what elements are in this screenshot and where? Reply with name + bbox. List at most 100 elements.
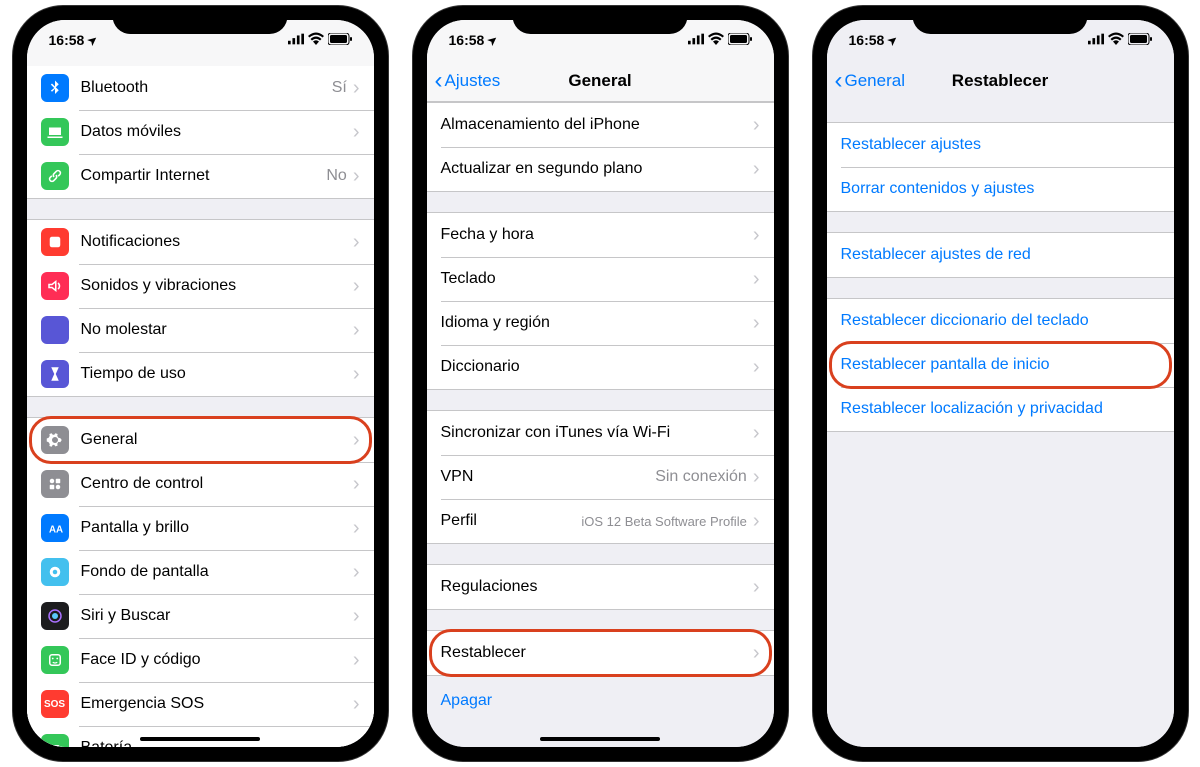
reset-option[interactable]: Restablecer localización y privacidad: [827, 387, 1174, 431]
battery-icon: [328, 32, 352, 48]
nav-bar: ‹ General Restablecer: [827, 60, 1174, 102]
row-label: Centro de control: [81, 475, 353, 493]
chevron-right-icon: ›: [353, 121, 360, 144]
back-button[interactable]: ‹ Ajustes: [435, 69, 501, 93]
battery-icon: [1128, 32, 1152, 48]
row-label: Actualizar en segundo plano: [441, 160, 753, 178]
signal-icon: [688, 31, 704, 50]
settings-row[interactable]: Face ID y código ›: [27, 638, 374, 682]
settings-row[interactable]: AA Pantalla y brillo ›: [27, 506, 374, 550]
screen: 16:58 ➤ ‹ General Restablecer Restablece…: [827, 20, 1174, 747]
status-time: 16:58: [849, 32, 885, 48]
chevron-right-icon: ›: [753, 576, 760, 599]
row-label: Siri y Buscar: [81, 607, 353, 625]
row-label: Bluetooth: [81, 79, 332, 97]
row-label: Face ID y código: [81, 651, 353, 669]
nav-bar: ‹ Ajustes General: [427, 60, 774, 102]
settings-row[interactable]: Diccionario ›: [427, 345, 774, 389]
page-title: General: [568, 71, 631, 91]
status-time: 16:58: [49, 32, 85, 48]
chevron-right-icon: ›: [753, 114, 760, 137]
reset-option[interactable]: Restablecer diccionario del teclado: [827, 299, 1174, 343]
settings-row[interactable]: SOS Emergencia SOS ›: [27, 682, 374, 726]
settings-row[interactable]: Perfil iOS 12 Beta Software Profile ›: [427, 499, 774, 543]
settings-row[interactable]: VPN Sin conexión ›: [427, 455, 774, 499]
hour-icon: [41, 360, 69, 388]
row-label: Sonidos y vibraciones: [81, 277, 353, 295]
reset-option[interactable]: Restablecer ajustes de red: [827, 233, 1174, 277]
row-label: Teclado: [441, 270, 753, 288]
row-label: Apagar: [441, 692, 760, 710]
settings-row[interactable]: Restablecer ›: [427, 631, 774, 675]
chevron-right-icon: ›: [353, 319, 360, 342]
settings-row[interactable]: Tiempo de uso ›: [27, 352, 374, 396]
row-label: Compartir Internet: [81, 167, 327, 185]
home-indicator[interactable]: [140, 737, 260, 741]
settings-row[interactable]: Sincronizar con iTunes vía Wi-Fi ›: [427, 411, 774, 455]
row-label: Restablecer localización y privacidad: [841, 400, 1160, 418]
reset-option[interactable]: Borrar contenidos y ajustes: [827, 167, 1174, 211]
row-label: Pantalla y brillo: [81, 519, 353, 537]
settings-row[interactable]: Actualizar en segundo plano ›: [427, 147, 774, 191]
back-label: General: [845, 71, 905, 91]
home-indicator[interactable]: [540, 737, 660, 741]
settings-row[interactable]: Fondo de pantalla ›: [27, 550, 374, 594]
settings-row[interactable]: Fecha y hora ›: [427, 213, 774, 257]
wifi-icon: [708, 31, 724, 50]
row-label: Notificaciones: [81, 233, 353, 251]
reset-list[interactable]: Restablecer ajustes Borrar contenidos y …: [827, 102, 1174, 747]
row-label: Datos móviles: [81, 123, 353, 141]
settings-list[interactable]: Bluetooth Sí › Datos móviles › Compartir…: [27, 66, 374, 747]
bright-icon: AA: [41, 514, 69, 542]
wall-icon: [41, 558, 69, 586]
chevron-right-icon: ›: [353, 517, 360, 540]
siri-icon: [41, 602, 69, 630]
bt-icon: [41, 74, 69, 102]
settings-row[interactable]: Teclado ›: [427, 257, 774, 301]
chevron-right-icon: ›: [353, 77, 360, 100]
general-list[interactable]: Almacenamiento del iPhone › Actualizar e…: [427, 102, 774, 747]
row-label: Restablecer: [441, 644, 753, 662]
notch: [113, 6, 288, 34]
cc-icon: [41, 470, 69, 498]
signal-icon: [1088, 31, 1104, 50]
notch: [913, 6, 1088, 34]
location-icon: ➤: [85, 32, 100, 48]
chevron-right-icon: ›: [753, 312, 760, 335]
chevron-right-icon: ›: [353, 429, 360, 452]
reset-option[interactable]: Restablecer pantalla de inicio: [827, 343, 1174, 387]
screen: 16:58 ➤ ‹ Ajustes General Almacenamiento…: [427, 20, 774, 747]
settings-row[interactable]: Datos móviles ›: [27, 110, 374, 154]
settings-row[interactable]: Bluetooth Sí ›: [27, 66, 374, 110]
row-label: General: [81, 431, 353, 449]
settings-row[interactable]: Notificaciones ›: [27, 220, 374, 264]
row-value: iOS 12 Beta Software Profile: [581, 514, 746, 529]
settings-row[interactable]: General ›: [27, 418, 374, 462]
settings-row[interactable]: Almacenamiento del iPhone ›: [427, 103, 774, 147]
svg-text:AA: AA: [49, 525, 63, 536]
sos-icon: SOS: [41, 690, 69, 718]
sound-icon: [41, 272, 69, 300]
phone-2: 16:58 ➤ ‹ Ajustes General Almacenamiento…: [413, 6, 788, 761]
row-label: Perfil: [441, 512, 582, 530]
settings-row[interactable]: No molestar ›: [27, 308, 374, 352]
settings-row[interactable]: Sonidos y vibraciones ›: [27, 264, 374, 308]
reset-option[interactable]: Restablecer ajustes: [827, 123, 1174, 167]
wifi-icon: [308, 31, 324, 50]
chevron-right-icon: ›: [353, 693, 360, 716]
settings-row[interactable]: Regulaciones ›: [427, 565, 774, 609]
signal-icon: [288, 31, 304, 50]
chevron-right-icon: ›: [753, 510, 760, 533]
settings-row[interactable]: Siri y Buscar ›: [27, 594, 374, 638]
chevron-left-icon: ‹: [835, 69, 843, 93]
row-label: Sincronizar con iTunes vía Wi-Fi: [441, 424, 753, 442]
chevron-right-icon: ›: [353, 363, 360, 386]
shutdown-button[interactable]: Apagar: [427, 676, 774, 720]
settings-row[interactable]: Idioma y región ›: [427, 301, 774, 345]
row-label: Restablecer ajustes: [841, 136, 1160, 154]
back-button[interactable]: ‹ General: [835, 69, 905, 93]
wifi-icon: [1108, 31, 1124, 50]
row-label: Fecha y hora: [441, 226, 753, 244]
settings-row[interactable]: Centro de control ›: [27, 462, 374, 506]
settings-row[interactable]: Compartir Internet No ›: [27, 154, 374, 198]
